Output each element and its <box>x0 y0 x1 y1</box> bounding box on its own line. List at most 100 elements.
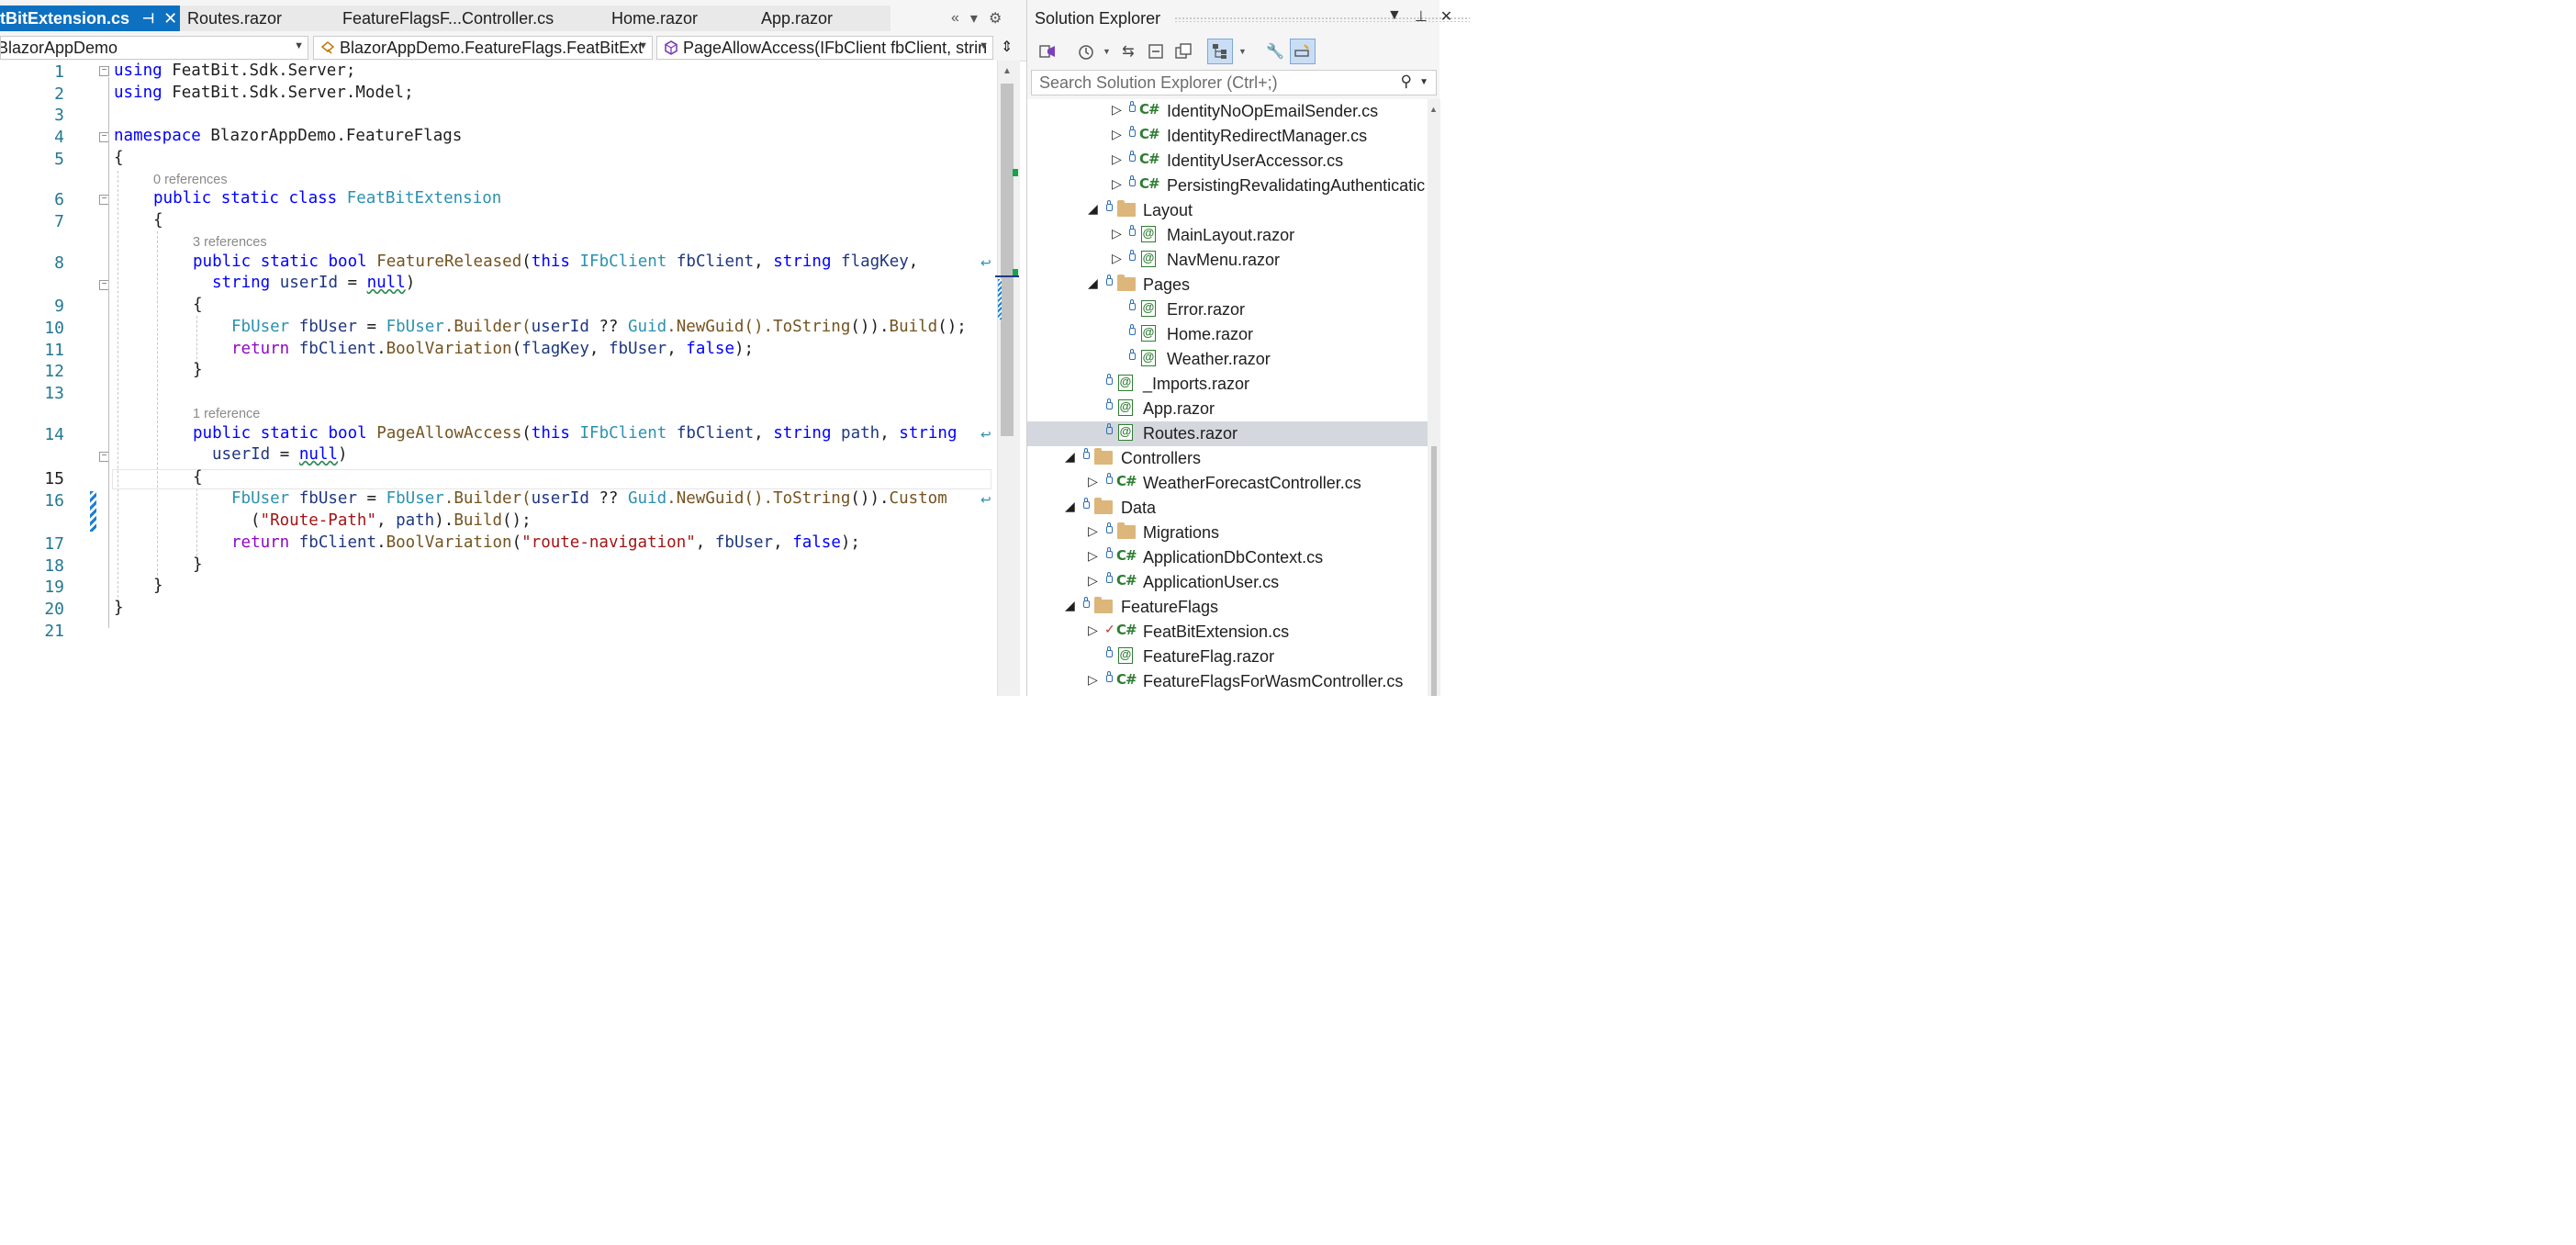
tab-home-razor[interactable]: Home.razor <box>611 6 698 31</box>
collapse-arrow-icon[interactable]: ◢ <box>1065 499 1075 514</box>
tab-featbitextension[interactable]: tBitExtension.cs ⊣ ✕ <box>0 6 180 31</box>
preview-selected-items-icon[interactable] <box>1290 39 1316 64</box>
code-line: return fbClient.BoolVariation(flagKey, f… <box>231 340 755 358</box>
tree-item[interactable]: ▷ C# IdentityUserAccessor.cs <box>1027 149 1428 174</box>
switch-views-icon[interactable] <box>1035 39 1060 64</box>
tree-item[interactable]: @ Weather.razor <box>1027 347 1428 372</box>
type-dropdown[interactable]: BlazorAppDemo.FeatureFlags.FeatBitExt ▼ <box>313 36 653 60</box>
codelens-references[interactable]: 0 references <box>153 173 228 187</box>
expand-arrow-icon[interactable]: ▷ <box>1088 622 1098 638</box>
tab-featureflags-controller[interactable]: FeatureFlagsF...Controller.cs <box>342 6 554 31</box>
tree-item[interactable]: @ Error.razor <box>1027 297 1428 322</box>
tree-item[interactable]: ▷ C# ApplicationUser.cs <box>1027 570 1428 595</box>
lock-icon <box>1129 175 1136 186</box>
tab-routes-razor[interactable]: Routes.razor <box>187 6 282 31</box>
scroll-up-icon[interactable]: ▲ <box>1429 105 1438 114</box>
close-icon[interactable]: ✕ <box>1440 7 1452 26</box>
lock-icon <box>1129 324 1136 335</box>
member-dropdown[interactable]: PageAllowAccess(IFbClient fbClient, stri… <box>656 36 993 60</box>
expand-arrow-icon[interactable]: ▷ <box>1112 127 1122 142</box>
expand-arrow-icon[interactable]: ▷ <box>1088 548 1098 564</box>
wrench-icon[interactable]: 🔧 <box>1262 39 1288 64</box>
chevron-down-icon[interactable]: ▼ <box>1387 7 1402 26</box>
expand-arrow-icon[interactable]: ▷ <box>1112 176 1122 192</box>
line-number: 1 <box>54 62 64 82</box>
tab-app-razor[interactable]: App.razor <box>761 6 833 31</box>
tree-item-label: Home.razor <box>1167 325 1254 343</box>
tree-item[interactable]: ▷ C# WeatherForecastController.cs <box>1027 471 1428 496</box>
tree-item[interactable]: ▷ C# IdentityRedirectManager.cs <box>1027 124 1428 149</box>
tree-item-label: ApplicationUser.cs <box>1143 573 1280 591</box>
expand-arrow-icon[interactable]: ▷ <box>1112 251 1122 266</box>
collapse-all-icon[interactable] <box>1143 39 1169 64</box>
expand-arrow-icon[interactable]: ▷ <box>1112 226 1122 241</box>
code-line: { <box>114 149 124 167</box>
scrollbar-thumb[interactable] <box>1001 84 1014 436</box>
tree-folder[interactable]: ◢ FeatureFlags <box>1027 595 1428 620</box>
sync-active-document-icon[interactable]: ⇆ <box>1115 39 1141 64</box>
tab-label: App.razor <box>761 8 834 28</box>
tree-item[interactable]: ▷ @ MainLayout.razor <box>1027 223 1428 248</box>
tree-item[interactable]: ▷ C# IdentityNoOpEmailSender.cs <box>1027 99 1428 124</box>
tree-item[interactable]: ▷ C# FeatureFlagsForWasmController.cs <box>1027 669 1428 694</box>
code-line: FbUser fbUser = FbUser.Builder(userId ??… <box>231 318 967 336</box>
code-editor[interactable]: 1 2 3 4 5 6 7 8 9 10 11 12 13 14 15 16 1… <box>0 61 997 696</box>
tree-folder[interactable]: ◢ Controllers <box>1027 446 1428 471</box>
pin-icon[interactable]: ⊥ <box>1415 7 1428 26</box>
search-input[interactable] <box>1037 71 1390 95</box>
fold-toggle-icon[interactable]: − <box>99 66 109 76</box>
tree-item[interactable]: @ _Imports.razor <box>1027 372 1428 397</box>
expand-arrow-icon[interactable]: ▷ <box>1088 474 1098 489</box>
expand-arrow-icon[interactable]: ▷ <box>1088 573 1098 589</box>
tree-folder[interactable]: ◢ Data <box>1027 496 1428 521</box>
pending-changes-filter-icon[interactable] <box>1073 39 1099 64</box>
code-line: { <box>193 468 203 487</box>
scroll-up-icon[interactable]: ▲ <box>1002 66 1012 76</box>
chevron-down-icon[interactable]: ▼ <box>1238 47 1247 56</box>
code-line: FbUser fbUser = FbUser.Builder(userId ??… <box>231 489 947 508</box>
lock-icon <box>1106 547 1113 558</box>
scroll-tabs-left-icon[interactable]: « <box>951 10 959 27</box>
chevron-down-icon[interactable]: ▼ <box>1419 77 1428 87</box>
chevron-down-icon[interactable]: ▼ <box>1103 47 1111 56</box>
expand-arrow-icon[interactable]: ▷ <box>1088 523 1098 539</box>
code-line: namespace BlazorAppDemo.FeatureFlags <box>114 127 463 145</box>
collapse-arrow-icon[interactable]: ◢ <box>1088 201 1098 217</box>
collapse-arrow-icon[interactable]: ◢ <box>1065 449 1075 465</box>
close-icon[interactable]: ✕ <box>163 9 177 28</box>
tree-item-selected[interactable]: @ Routes.razor <box>1027 421 1428 446</box>
show-all-files-icon[interactable] <box>1170 39 1196 64</box>
project-dropdown[interactable]: BlazorAppDemo ▼ <box>0 36 308 60</box>
tree-view-icon[interactable] <box>1207 39 1233 64</box>
editor-vertical-scrollbar[interactable]: ▲ <box>995 61 1020 696</box>
codelens-references[interactable]: 3 references <box>193 235 267 250</box>
collapse-arrow-icon[interactable]: ◢ <box>1088 275 1098 291</box>
gear-icon[interactable]: ⚙ <box>989 9 1002 28</box>
solution-explorer-scrollbar[interactable]: ▲ <box>1428 99 1440 696</box>
tree-item-label: App.razor <box>1143 399 1215 418</box>
tab-list-dropdown-icon[interactable]: ▾ <box>970 9 978 28</box>
expand-arrow-icon[interactable]: ▷ <box>1112 102 1122 118</box>
tree-folder[interactable]: ◢ Layout <box>1027 198 1428 223</box>
expand-arrow-icon[interactable]: ▷ <box>1088 672 1098 688</box>
tree-folder[interactable]: ▷ Migrations <box>1027 521 1428 545</box>
tree-item[interactable]: @ App.razor <box>1027 397 1428 421</box>
codelens-references[interactable]: 1 reference <box>193 407 260 421</box>
collapse-arrow-icon[interactable]: ◢ <box>1065 598 1075 613</box>
tree-item[interactable]: @ Home.razor <box>1027 322 1428 347</box>
tree-item[interactable]: ▷ C# PersistingRevalidatingAuthenticatic <box>1027 174 1428 198</box>
expand-arrow-icon[interactable]: ▷ <box>1112 151 1122 167</box>
pin-icon[interactable]: ⊣ <box>142 10 154 27</box>
search-icon[interactable]: ⚲ <box>1401 73 1412 91</box>
tree-item[interactable]: ▷ C# ApplicationDbContext.cs <box>1027 545 1428 570</box>
lock-icon <box>1106 200 1113 211</box>
line-number: 5 <box>54 150 64 169</box>
tree-folder[interactable]: ◢ Pages <box>1027 273 1428 297</box>
tree-item[interactable]: @ FeatureFlag.razor <box>1027 645 1428 669</box>
scrollbar-thumb[interactable] <box>1431 446 1437 696</box>
tree-item[interactable]: ▷ @ NavMenu.razor <box>1027 248 1428 273</box>
tree-item[interactable]: ▷ ✓ C# FeatBitExtension.cs <box>1027 620 1428 645</box>
lock-icon <box>1129 250 1136 261</box>
split-window-icon[interactable]: ⇕ <box>1001 38 1013 56</box>
solution-explorer-search[interactable]: ⚲ ▼ <box>1031 70 1437 95</box>
